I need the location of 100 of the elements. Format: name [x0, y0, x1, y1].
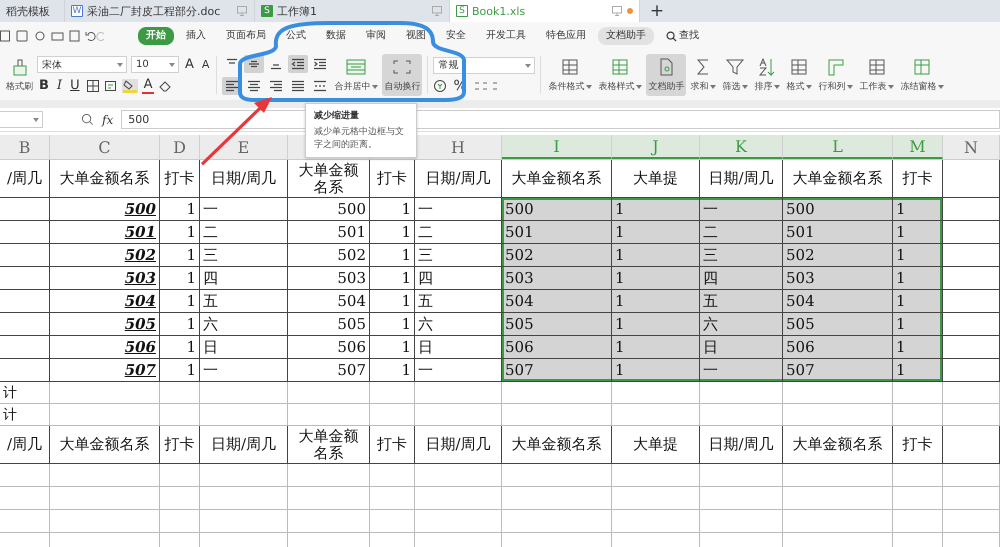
table-cell: 1	[370, 267, 415, 290]
new-tab-button[interactable]: +	[644, 0, 670, 22]
search-icon[interactable]	[81, 113, 94, 126]
ribbon-tool-button[interactable]: 筛选	[720, 54, 750, 96]
bold-button[interactable]: B	[37, 78, 51, 93]
menu-tab[interactable]: 数据	[318, 29, 354, 43]
table-cell: 日	[700, 336, 783, 359]
document-icon: W	[71, 5, 83, 17]
font-size-field[interactable]: 10	[131, 56, 179, 73]
table-cell: 1	[160, 290, 200, 313]
table-cell: 505	[50, 313, 160, 336]
table-cell: 1	[612, 313, 700, 336]
merge-center-button[interactable]: 合并居中	[332, 54, 380, 96]
shrink-font-button[interactable]: A	[200, 58, 212, 71]
eraser-icon[interactable]	[158, 78, 172, 92]
outdent-align-button[interactable]	[288, 55, 308, 73]
column-header[interactable]: C	[50, 135, 160, 159]
unsaved-dot	[627, 8, 633, 14]
table-cell: 507	[288, 359, 370, 382]
table-cell: 500	[288, 198, 370, 221]
table-cell: 1	[612, 336, 700, 359]
cell-style-icon[interactable]	[104, 78, 118, 92]
caret-icon	[586, 84, 592, 88]
table-cell: 1	[370, 359, 415, 382]
grow-font-button[interactable]: A	[183, 57, 196, 72]
menu-tab[interactable]: 开发工具	[478, 29, 534, 43]
table-cell: 501	[783, 221, 893, 244]
table-icon	[610, 57, 630, 77]
menu-tab[interactable]: 视图	[398, 29, 434, 43]
table-cell: 大单提	[612, 426, 700, 464]
caret-icon	[774, 84, 780, 88]
format-painter-button[interactable]: 格式刷	[4, 54, 35, 96]
document-tab[interactable]: S Book1.xls	[450, 0, 640, 22]
menu-tab[interactable]: 文档助手	[598, 27, 654, 45]
search-button[interactable]: 查找	[658, 29, 707, 43]
table-cell: 一	[200, 198, 288, 221]
caret-icon	[372, 84, 378, 88]
borders-icon[interactable]	[86, 78, 100, 92]
ribbon-tool-button[interactable]: 排序	[752, 54, 782, 96]
table-cell: 1	[893, 244, 943, 267]
ribbon-tool-button[interactable]: 文档助手	[646, 54, 686, 96]
table-cell: 501	[50, 221, 160, 244]
ribbon-tool-button[interactable]: 冻结窗格	[898, 54, 946, 96]
menu-tab[interactable]: 开始	[138, 27, 174, 45]
column-header[interactable]: N	[943, 135, 1000, 159]
italic-button[interactable]: I	[54, 78, 64, 93]
table-cell: 大单金额名系	[783, 426, 893, 464]
menu-tab[interactable]: 特色应用	[538, 29, 594, 43]
align-icon	[313, 80, 328, 92]
tooltip-title: 减少缩进量	[314, 109, 360, 122]
caret-icon	[847, 84, 854, 88]
ribbon-tool-button[interactable]: 格式	[784, 54, 814, 96]
column-header[interactable]: D	[160, 135, 200, 159]
table-cell: 1	[893, 198, 943, 221]
underline-button[interactable]: U	[68, 78, 82, 93]
table-cell: 四	[700, 267, 783, 290]
table-cell: 五	[700, 290, 783, 313]
menu-tab[interactable]: 插入	[178, 29, 214, 43]
table-cell: 502	[288, 244, 370, 267]
ribbon-tool-button[interactable]: 条件格式	[546, 54, 594, 96]
ribbon-tool-button[interactable]: 工作表	[857, 54, 896, 96]
font-name-field[interactable]: 宋体	[37, 56, 127, 73]
caret-icon	[117, 63, 123, 67]
table-icon	[789, 57, 810, 77]
annotation-arrow	[201, 97, 272, 166]
table-cell: 二	[200, 221, 288, 244]
table-cell: 500	[783, 198, 893, 221]
ribbon-tool-button[interactable]: 求和	[688, 54, 718, 96]
number-format-field[interactable]: 常规	[433, 56, 536, 74]
menu-tab[interactable]: 安全	[438, 29, 474, 43]
caret-icon	[742, 84, 748, 88]
indent-icon	[313, 58, 328, 70]
function-label[interactable]: fx	[102, 112, 114, 126]
currency-icon[interactable]	[433, 78, 448, 92]
wrap-text-button[interactable]: 自动换行	[382, 54, 422, 96]
menu-tab[interactable]: 公式	[278, 29, 314, 43]
table-cell: 500	[50, 198, 160, 221]
table-cell: 1	[160, 359, 200, 382]
fill-color-icon[interactable]	[122, 78, 138, 92]
table-cell: 日期/周几	[415, 160, 502, 198]
table-cell: 大单金额名系	[50, 160, 160, 198]
table-cell: 一	[200, 359, 288, 382]
table-cell: 1	[370, 221, 415, 244]
menu-tab[interactable]: 页面布局	[218, 29, 274, 43]
font-color-button[interactable]: A	[142, 77, 154, 94]
table-cell: 二	[700, 221, 783, 244]
menu-tab[interactable]: 审阅	[358, 29, 394, 43]
table-cell: 1	[893, 221, 943, 244]
table-cell: 大单金额名系	[502, 426, 612, 464]
ribbon-tool-button[interactable]: 表格样式	[596, 54, 644, 96]
table-cell: 打卡	[893, 426, 943, 464]
ribbon-tool-button[interactable]: 行和列	[816, 54, 856, 96]
caret-icon	[169, 63, 175, 67]
column-header[interactable]: B	[0, 135, 50, 159]
table-cell: 505	[783, 313, 893, 336]
search-icon	[666, 30, 677, 42]
table-cell: 507	[502, 359, 612, 382]
table-cell: 大单金额名系	[50, 426, 160, 464]
table-cell: 507	[50, 359, 160, 382]
table-cell: 1	[160, 244, 200, 267]
